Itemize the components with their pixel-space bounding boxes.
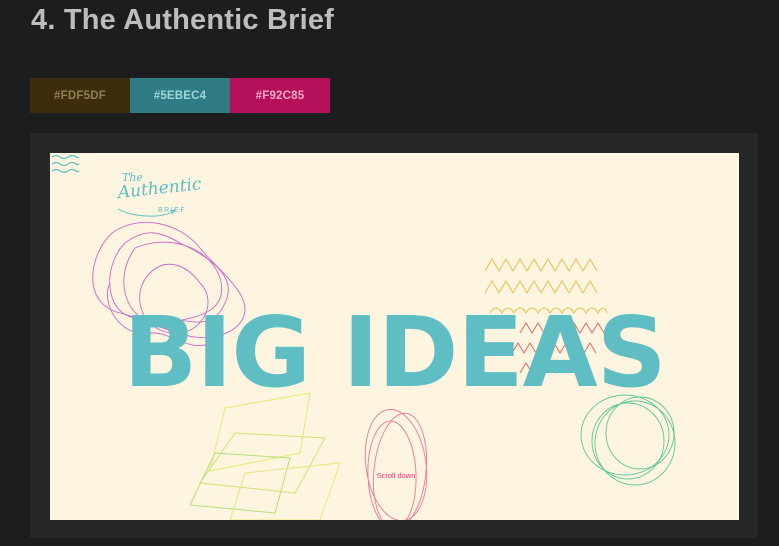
swatch-cream: #FDF5DF [30, 78, 130, 113]
page: 4. The Authentic Brief #FDF5DF #5EBEC4 #… [0, 0, 779, 546]
swatch-cream-label: #FDF5DF [54, 89, 106, 102]
swatch-pink: #F92C85 [230, 78, 330, 113]
preview-frame: The Authentic BRIEF BIG IDEAS Scroll dow… [30, 133, 758, 538]
logo-line-3: BRIEF [158, 207, 187, 214]
wave-menu-icon[interactable] [50, 153, 80, 175]
hero-headline: BIG IDEAS [123, 296, 666, 409]
swatch-teal-label: #5EBEC4 [153, 89, 207, 102]
website-preview: The Authentic BRIEF BIG IDEAS Scroll dow… [50, 153, 739, 520]
scroll-down-link[interactable]: Scroll down [366, 471, 426, 480]
lime-shapes [189, 392, 341, 520]
pink-ovals [364, 408, 428, 520]
swatch-pink-label: #F92C85 [255, 89, 305, 102]
section-heading: 4. The Authentic Brief [31, 4, 335, 36]
color-palette: #FDF5DF #5EBEC4 #F92C85 [30, 78, 330, 113]
brand-logo[interactable]: The Authentic BRIEF [112, 169, 202, 225]
swatch-teal: #5EBEC4 [130, 78, 230, 113]
